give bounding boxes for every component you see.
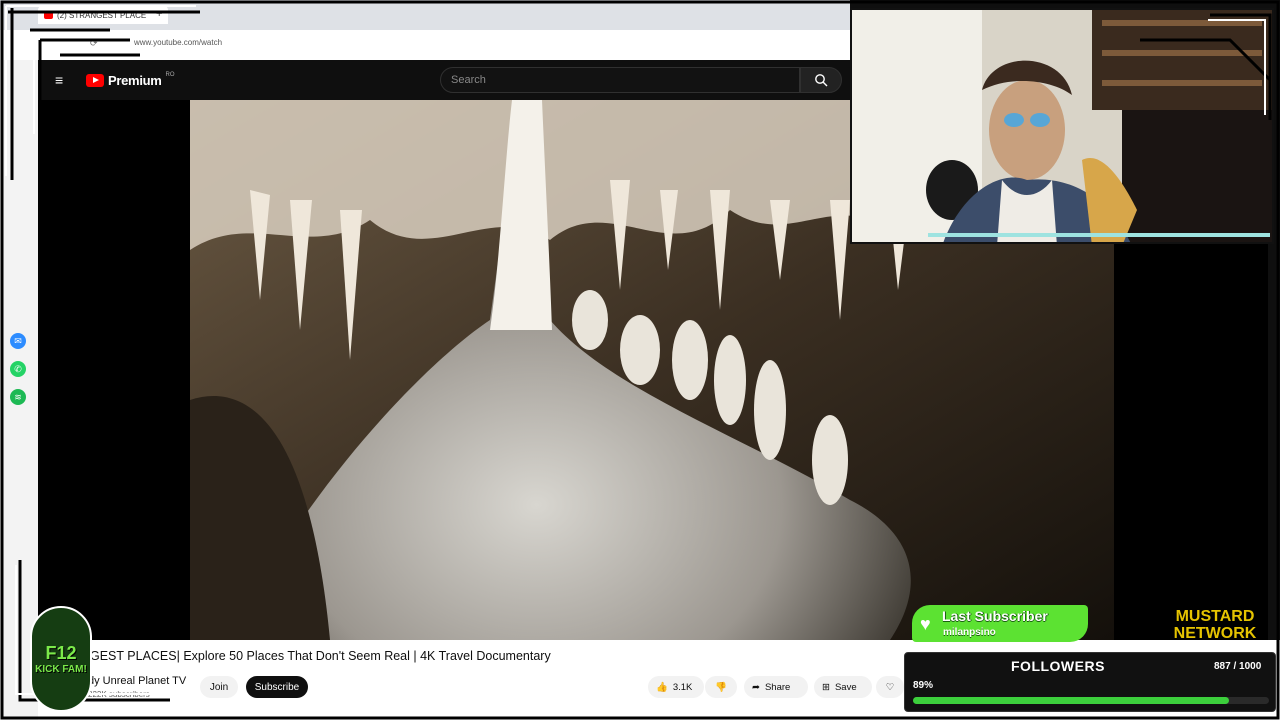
kick-fam-emblem: F12 KICK FAM! (30, 606, 92, 712)
messenger-icon[interactable]: ✉ (10, 333, 26, 349)
hamburger-menu-icon[interactable]: ≡ (55, 72, 63, 88)
network-line2: NETWORK (1173, 625, 1257, 642)
url-text[interactable]: www.youtube.com/watch (134, 38, 222, 47)
webcam-accent-strip (928, 233, 1270, 237)
subscribe-button[interactable]: Subscribe (246, 676, 308, 698)
address-bar (0, 30, 850, 60)
share-icon: ➦ (752, 681, 760, 693)
youtube-premium-logo[interactable]: Premium RO (86, 71, 175, 88)
thumbs-down-icon: 👎 (715, 681, 727, 693)
followers-progress-fill (913, 697, 1229, 704)
channel-name[interactable]: dy Unreal Planet TV (88, 675, 186, 687)
mustard-network-logo: MUSTARD NETWORK (1156, 608, 1274, 644)
search-input[interactable]: Search (440, 67, 800, 93)
webcam-feed (850, 8, 1274, 244)
video-title: GEST PLACES| Explore 50 Places That Don'… (90, 649, 551, 663)
network-line1: MUSTARD (1175, 608, 1255, 625)
video-letterbox (1114, 245, 1268, 640)
logo-region: RO (165, 71, 175, 78)
subscriber-count: 222K subscribers (88, 690, 150, 699)
save-button[interactable]: ⊞ Save (814, 676, 872, 698)
share-button[interactable]: ➦ Share (744, 676, 808, 698)
browser-tab-title: (2) STRANGEST PLACE (57, 10, 147, 20)
save-label: Save (834, 681, 857, 693)
thumbs-up-icon: 👍 (656, 681, 668, 693)
browser-tab[interactable]: (2) STRANGEST PLACE (38, 6, 168, 24)
followers-title: FOLLOWERS (1011, 658, 1105, 674)
search-icon (815, 74, 828, 87)
thanks-icon: ♡ (885, 681, 895, 693)
streamer-webcam-image (852, 10, 1272, 242)
reload-icon[interactable]: ⟳ (90, 38, 98, 49)
youtube-favicon-icon (44, 11, 53, 19)
dislike-button[interactable]: 👎 (705, 676, 737, 698)
save-icon: ⊞ (822, 681, 830, 693)
heart-icon: ♥ (920, 614, 931, 634)
thanks-button[interactable]: ♡ (876, 676, 904, 698)
followers-count: 887 / 1000 (1214, 661, 1262, 672)
followers-percent: 89% (913, 680, 934, 691)
share-label: Share (764, 681, 791, 693)
youtube-play-icon (86, 74, 104, 87)
new-tab-button[interactable]: + (156, 8, 162, 20)
last-subscriber-title: Last Subscriber (942, 608, 1048, 624)
logo-text: Premium (108, 73, 162, 88)
last-subscriber-name: milanpsino (943, 627, 996, 638)
whatsapp-icon[interactable]: ✆ (10, 361, 26, 377)
search-button[interactable] (800, 67, 842, 93)
emblem-line1: F12 (45, 643, 77, 663)
join-button[interactable]: Join (200, 676, 238, 698)
like-count: 3.1K (672, 681, 693, 693)
emblem-line2: KICK FAM! (35, 664, 87, 675)
spotify-icon[interactable]: ≋ (10, 389, 26, 405)
like-button[interactable]: 👍 3.1K (648, 676, 704, 698)
